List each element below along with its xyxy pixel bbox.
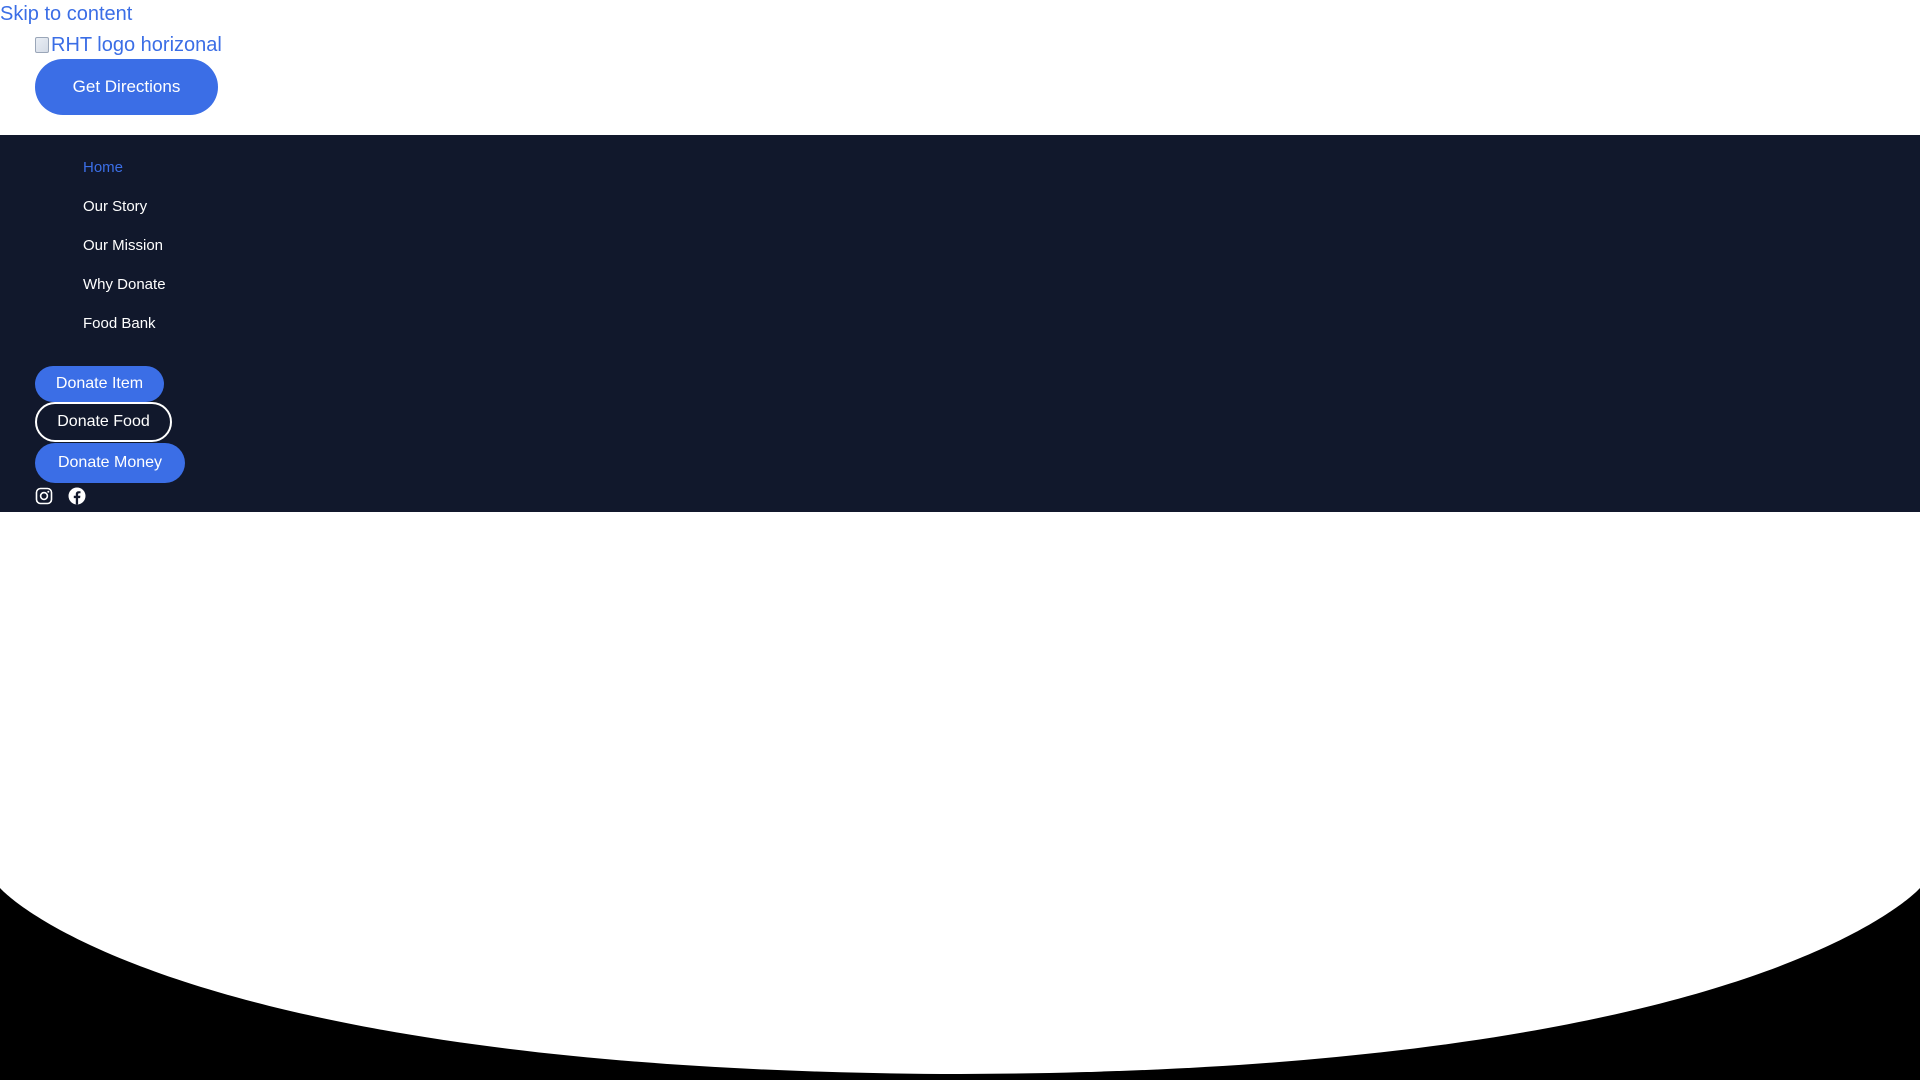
broken-image-icon	[35, 37, 49, 53]
page: Skip to content RHT logo horizonal Get D…	[0, 0, 1920, 1080]
header-bar: Skip to content RHT logo horizonal Get D…	[0, 0, 1920, 135]
logo-alt-text: RHT logo horizonal	[51, 34, 222, 56]
nav-item-why-donate[interactable]: Why Donate	[83, 275, 166, 314]
instagram-icon[interactable]	[35, 487, 53, 505]
navigation-panel: Home Our Story Our Mission Why Donate Fo…	[0, 135, 1920, 512]
facebook-icon[interactable]	[68, 487, 86, 505]
nav-item-home[interactable]: Home	[83, 158, 166, 197]
nav-item-our-story[interactable]: Our Story	[83, 197, 166, 236]
donate-money-button[interactable]: Donate Money	[35, 443, 185, 483]
site-logo[interactable]: RHT logo horizonal	[35, 32, 222, 58]
nav-item-our-mission[interactable]: Our Mission	[83, 236, 166, 275]
hero-curve-background	[0, 512, 1920, 1080]
nav-item-food-bank[interactable]: Food Bank	[83, 314, 166, 353]
main-nav: Home Our Story Our Mission Why Donate Fo…	[83, 158, 166, 353]
donate-item-button[interactable]: Donate Item	[35, 366, 164, 402]
skip-to-content-link[interactable]: Skip to content	[0, 2, 132, 26]
donate-food-button[interactable]: Donate Food	[35, 402, 172, 442]
get-directions-button[interactable]: Get Directions	[35, 59, 218, 115]
